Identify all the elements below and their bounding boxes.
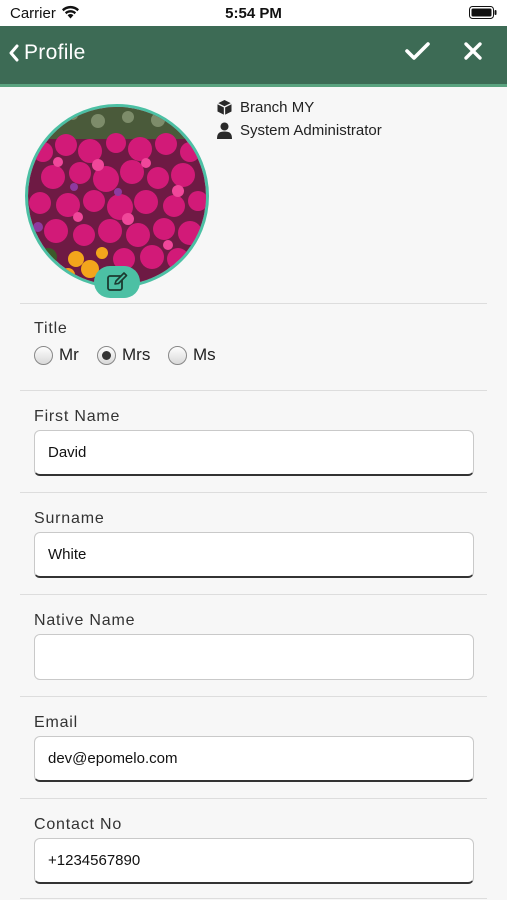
status-bar: Carrier 5:54 PM (0, 0, 507, 26)
nav-underline (0, 84, 507, 87)
avatar (25, 104, 209, 288)
divider (20, 303, 487, 304)
page-title[interactable]: Profile (24, 41, 86, 65)
cube-icon (217, 100, 232, 115)
contact-no-field[interactable] (34, 838, 474, 884)
first-name-field[interactable] (34, 430, 474, 476)
first-name-label: First Name (34, 408, 121, 425)
radio-mr[interactable]: Mr (34, 345, 79, 365)
surname-label: Surname (34, 510, 105, 527)
radio-label-mr: Mr (59, 345, 79, 364)
surname-field[interactable] (34, 532, 474, 578)
native-name-field[interactable] (34, 634, 474, 680)
chevron-left-icon[interactable] (8, 44, 20, 62)
radio-circle-mrs[interactable] (97, 345, 116, 365)
flower-photo (28, 107, 206, 285)
contact-no-label: Contact No (34, 816, 123, 833)
nav-bar: Profile (0, 26, 507, 84)
email-field[interactable] (34, 736, 474, 782)
branch-label: Branch MY (240, 99, 315, 116)
title-label: Title (34, 320, 68, 337)
radio-mrs[interactable]: Mrs (97, 345, 150, 365)
native-name-label: Native Name (34, 612, 136, 629)
role-info: System Administrator (216, 122, 382, 139)
radio-ms[interactable]: Ms (168, 345, 216, 365)
check-icon[interactable] (404, 40, 431, 62)
branch-info: Branch MY (216, 99, 314, 116)
divider (20, 594, 487, 595)
divider (20, 798, 487, 799)
edit-icon (107, 272, 128, 291)
radio-label-mrs: Mrs (122, 345, 151, 364)
radio-label-ms: Ms (193, 345, 216, 364)
user-icon (217, 122, 232, 139)
radio-circle-ms[interactable] (168, 345, 187, 365)
divider (20, 898, 487, 899)
close-icon[interactable] (463, 41, 483, 61)
battery-icon (469, 6, 497, 19)
divider (20, 696, 487, 697)
status-time: 5:54 PM (225, 5, 282, 22)
edit-avatar-button[interactable] (94, 266, 140, 298)
role-label: System Administrator (240, 122, 382, 139)
email-label: Email (34, 714, 79, 731)
divider (20, 492, 487, 493)
radio-circle-mr[interactable] (34, 345, 53, 365)
divider (20, 390, 487, 391)
